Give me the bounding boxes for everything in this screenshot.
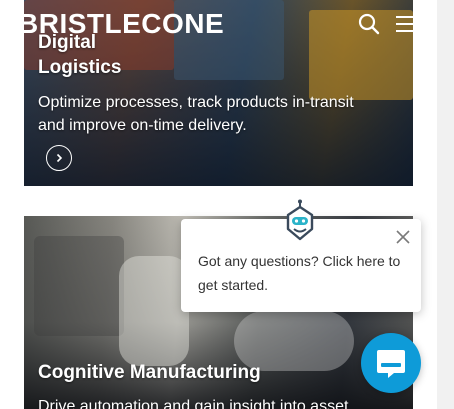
card-title: Cognitive Manufacturing <box>38 362 261 383</box>
search-icon[interactable] <box>358 13 380 35</box>
chatbot-icon <box>286 199 314 241</box>
hamburger-menu-icon[interactable] <box>396 15 418 33</box>
chat-bubble-icon <box>377 350 405 378</box>
site-header: BRISTLECONE <box>0 0 437 48</box>
bristlecone-logo[interactable]: BRISTLECONE <box>18 9 224 39</box>
card-description: Drive automation and gain insight into a… <box>38 398 349 409</box>
card-description: Optimize processes, track products in-tr… <box>38 94 354 134</box>
machine-image-shape <box>34 236 124 336</box>
chat-launcher-button[interactable] <box>361 333 421 393</box>
learn-more-button[interactable] <box>46 145 72 171</box>
robot-image-shape <box>119 256 189 366</box>
page-scrollbar[interactable] <box>437 0 454 409</box>
close-icon[interactable] <box>395 229 411 245</box>
chevron-right-icon <box>56 153 63 163</box>
chat-greeting-text[interactable]: Got any questions? Click here to get sta… <box>198 249 410 297</box>
